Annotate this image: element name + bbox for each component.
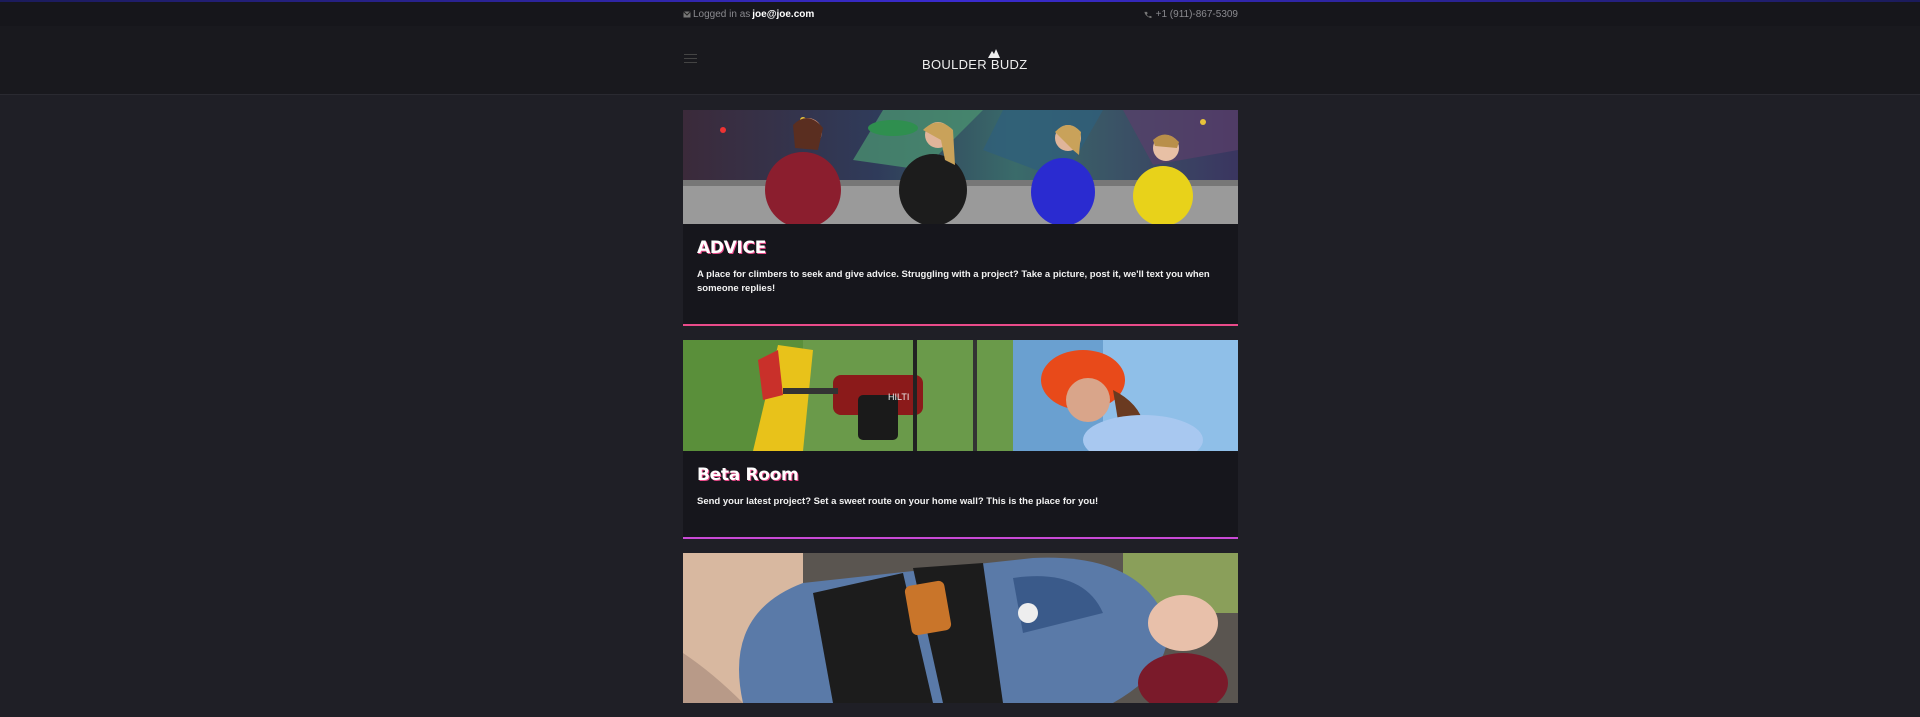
card-divider <box>683 324 1238 326</box>
phone-icon <box>1144 11 1152 18</box>
top-info-bar: Logged in as joe@joe.com +1 (911)-867-53… <box>0 2 1920 26</box>
card-description: Send your latest project? Set a sweet ro… <box>697 496 1099 507</box>
svg-text:HILTI: HILTI <box>888 392 909 402</box>
category-feed: ADVICE A place for climbers to seek and … <box>683 110 1238 717</box>
user-email[interactable]: joe@joe.com <box>752 9 814 20</box>
card-title[interactable]: Beta Room <box>697 465 1224 485</box>
climbing-shoe-image <box>683 553 1238 703</box>
card-divider <box>683 537 1238 539</box>
logo-text: BOULDER BUDZ <box>922 57 1028 72</box>
site-logo[interactable]: BOULDER BUDZ <box>922 49 1028 72</box>
site-header: BOULDER BUDZ <box>0 26 1920 95</box>
mountain-icon <box>988 49 1000 58</box>
advice-image <box>683 110 1238 224</box>
mail-icon <box>683 10 691 17</box>
hamburger-menu-icon[interactable] <box>684 54 697 63</box>
login-prefix: Logged in as <box>693 8 751 20</box>
phone-number: +1 (911)-867-5309 <box>1155 8 1238 20</box>
category-card-advice[interactable]: ADVICE A place for climbers to seek and … <box>683 110 1238 326</box>
category-card-beta-room[interactable]: HILTI Beta Room Send your latest project… <box>683 340 1238 539</box>
card-title[interactable]: ADVICE <box>697 238 1224 258</box>
card-description: A place for climbers to seek and give ad… <box>697 269 1210 294</box>
beta-room-image: HILTI <box>683 340 1238 451</box>
login-status: Logged in as joe@joe.com <box>683 9 814 20</box>
category-card-third[interactable] <box>683 553 1238 703</box>
contact-phone[interactable]: +1 (911)-867-5309 <box>1144 9 1238 20</box>
